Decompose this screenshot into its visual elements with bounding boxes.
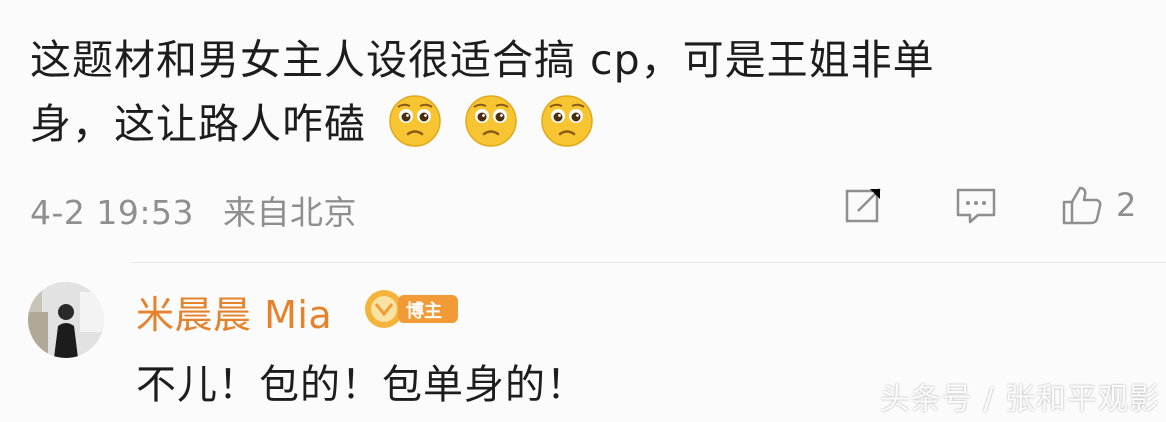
reply-username[interactable]: 米晨晨 Mia (136, 284, 332, 339)
repost-icon (845, 188, 881, 223)
comment-line-1: 这题材和男女主人设很适合搞 cp，可是王姐非单 (30, 36, 935, 84)
comment-line-2: 身，这让路人咋磕 (30, 92, 1120, 156)
avatar-image (28, 282, 104, 358)
blogger-badge: 博主 (362, 288, 462, 330)
comment-body: 这题材和男女主人设很适合搞 cp，可是王姐非单 身，这让路人咋磕 (30, 28, 1120, 156)
like-count: 2 (1116, 186, 1137, 224)
badge-label: 博主 (406, 301, 442, 322)
pleading-face-icon (389, 95, 441, 147)
thumbs-up-icon (1062, 186, 1102, 225)
reply-text: 不儿！包的！包单身的！ (136, 362, 587, 408)
pleading-face-icon (541, 95, 593, 147)
like-button[interactable]: 2 (1060, 182, 1136, 228)
comment-icon (956, 188, 996, 224)
comment-timestamp: 4-2 19:53 (30, 193, 194, 232)
divider (130, 262, 1166, 263)
comment-line-2-text: 身，这让路人咋磕 (30, 100, 366, 148)
watermark: 头条号 / 张和平观影 (879, 382, 1160, 417)
avatar[interactable] (28, 282, 104, 358)
comment-location: 来自北京 (223, 193, 357, 232)
comment-button[interactable] (954, 182, 998, 228)
repost-button[interactable] (842, 182, 886, 228)
pleading-face-icon (465, 95, 517, 147)
comment-meta: 4-2 19:53 来自北京 (30, 186, 357, 234)
